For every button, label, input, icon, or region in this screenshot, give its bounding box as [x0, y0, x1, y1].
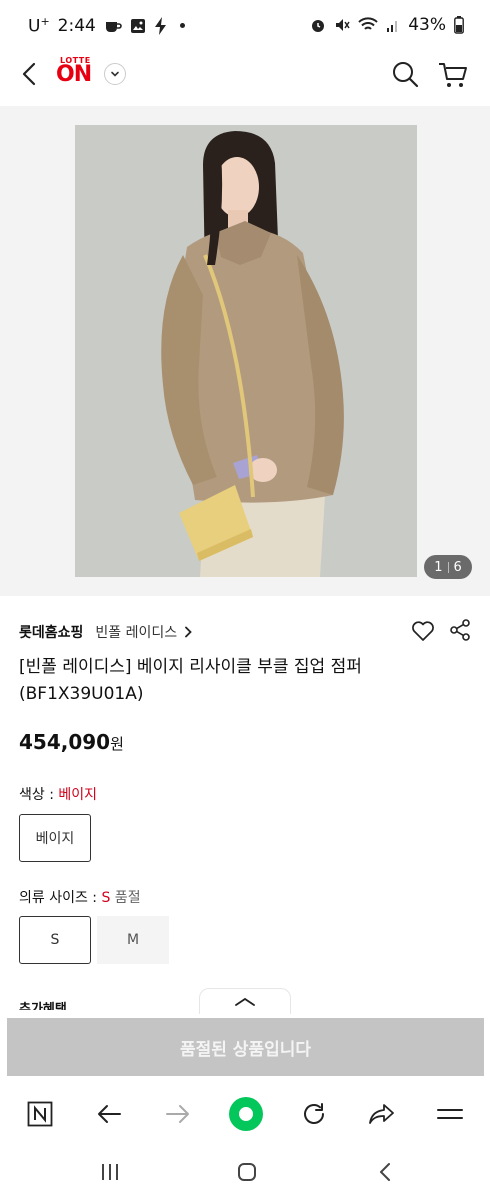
arrow-right-icon: [166, 1105, 189, 1123]
status-time: 2:44: [57, 15, 96, 36]
battery-icon: [454, 16, 464, 34]
chevron-left-icon: [22, 62, 36, 86]
share-button[interactable]: [448, 618, 472, 642]
green-dot-button[interactable]: [228, 1096, 264, 1132]
recent-apps-button[interactable]: [95, 1160, 125, 1184]
counter-divider: [447, 561, 449, 573]
chevron-right-icon: [185, 626, 192, 638]
product-title: [빈폴 레이디스] 베이지 리사이클 부클 집업 점퍼 (BF1X39U01A): [19, 657, 362, 704]
browser-menu-button[interactable]: [432, 1096, 468, 1132]
wifi-icon: [358, 17, 378, 30]
size-option-s[interactable]: S: [19, 916, 91, 964]
coffee-icon: [105, 21, 122, 32]
chevron-down-icon: [111, 71, 119, 77]
color-option-beige[interactable]: 베이지: [19, 814, 91, 862]
search-icon: [393, 62, 419, 88]
gallery-icon: [130, 18, 145, 33]
lotte-on-logo[interactable]: LOTTE ON: [56, 55, 96, 91]
naver-n-icon: [27, 1101, 53, 1127]
carrier-label: U+: [28, 15, 50, 37]
alarm-icon: [312, 20, 325, 32]
chevron-up-icon: [235, 997, 255, 1006]
refresh-icon: [304, 1103, 324, 1124]
product-photo[interactable]: [75, 125, 417, 577]
service-dropdown-button[interactable]: [104, 63, 126, 85]
cart-button[interactable]: [437, 60, 469, 90]
flash-icon: [154, 16, 166, 35]
chevron-left-icon: [380, 1163, 390, 1181]
browser-back-button[interactable]: [91, 1096, 127, 1132]
size-option-label: 의류 사이즈 : S 품절: [19, 890, 141, 906]
naver-home-button[interactable]: [22, 1096, 58, 1132]
browser-toolbar: [0, 1088, 490, 1140]
notification-dot: [179, 23, 185, 29]
color-option-label: 색상 : 베이지: [19, 787, 98, 803]
product-image-gallery[interactable]: 1 6: [0, 106, 490, 596]
browser-share-button[interactable]: [364, 1096, 400, 1132]
brand-link[interactable]: 빈폴 레이디스: [95, 622, 193, 642]
model-illustration: [75, 125, 417, 577]
signal-icon: [387, 21, 398, 32]
soldout-button[interactable]: 품절된 상품입니다: [7, 1018, 484, 1076]
heart-icon: [412, 621, 434, 641]
refresh-button[interactable]: [296, 1096, 332, 1132]
battery-percent: 43%: [408, 15, 446, 35]
wishlist-button[interactable]: [411, 620, 435, 642]
home-icon: [238, 1163, 256, 1181]
share-icon: [450, 619, 470, 641]
back-button[interactable]: [14, 58, 46, 90]
green-dot-icon: [229, 1097, 263, 1131]
expand-panel-tab[interactable]: [199, 988, 291, 1014]
system-navigation-bar: [0, 1145, 490, 1200]
app-header: LOTTE ON: [0, 50, 490, 106]
status-bar: U+ 2:44 43%: [0, 0, 490, 50]
product-price: 454,090원: [19, 730, 124, 754]
mute-icon: [336, 19, 350, 31]
home-button[interactable]: [232, 1160, 262, 1184]
size-option-m[interactable]: M: [97, 916, 169, 964]
browser-forward-button[interactable]: [160, 1096, 196, 1132]
store-name[interactable]: 롯데홈쇼핑: [19, 622, 83, 642]
arrow-left-icon: [98, 1105, 121, 1123]
extra-benefit-heading: 추가혜택: [19, 1002, 67, 1010]
image-counter: 1 6: [424, 555, 472, 579]
menu-icon: [437, 1109, 463, 1119]
system-back-button[interactable]: [370, 1160, 400, 1184]
share-arrow-icon: [369, 1104, 394, 1124]
search-button[interactable]: [391, 60, 419, 88]
cart-icon: [439, 63, 467, 87]
recent-apps-icon: [102, 1164, 118, 1180]
